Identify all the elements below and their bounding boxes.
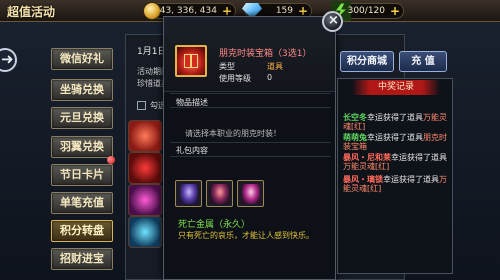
gold-coin-icon xyxy=(143,2,161,20)
win-records-title-bar: 中奖记录 xyxy=(352,80,440,95)
divider xyxy=(170,93,331,94)
nav-item-label: 单笔充值 xyxy=(60,196,104,209)
recharge-button[interactable]: 充 值 xyxy=(399,51,447,72)
nav-item-newyear-exchange[interactable]: 元旦兑换 xyxy=(51,107,113,129)
wheel-reward-slot[interactable] xyxy=(128,216,162,248)
costume-figure-icon xyxy=(211,184,229,204)
nav-item-wechat-gift[interactable]: 微信好礼 xyxy=(51,48,113,70)
nav-item-points-wheel[interactable]: 积分转盘 xyxy=(51,220,113,242)
nav-item-label: 坐骑兑换 xyxy=(60,83,104,96)
close-icon: × xyxy=(328,13,339,28)
wheel-reward-slot[interactable] xyxy=(128,152,162,184)
nav-item-wing-exchange[interactable]: 羽翼兑换 xyxy=(51,136,113,158)
nav-item-label: 微信好礼 xyxy=(60,52,104,65)
nav-item-label: 元旦兑换 xyxy=(60,111,104,124)
level-value: 0 xyxy=(267,73,273,82)
stamina-value: 300/120 xyxy=(347,6,385,16)
type-label: 类型 xyxy=(219,62,235,71)
nav-item-single-recharge[interactable]: 单笔充值 xyxy=(51,192,113,214)
record-text: 幸运获得了道具 xyxy=(367,133,423,142)
record-player: 暴风・尼和莱 xyxy=(343,153,391,162)
record-text: 幸运获得了道具 xyxy=(367,113,423,122)
win-records-title: 中奖记录 xyxy=(377,82,414,92)
nav-item-holiday-card[interactable]: 节日卡片 xyxy=(51,164,113,186)
record-text: 幸运获得了道具 xyxy=(383,175,439,184)
costume-figure-icon xyxy=(180,184,198,204)
points-shop-button[interactable]: 积分商城 xyxy=(340,51,394,72)
recharge-label: 充 值 xyxy=(411,56,435,67)
record-entry: 暴风・璃锁幸运获得了道具万能灵魂[红] xyxy=(343,175,451,193)
gem-value: 159 xyxy=(275,6,293,16)
record-player: 萌萌兔 xyxy=(343,133,367,142)
record-item: 万能灵魂[红] xyxy=(343,162,390,171)
activity-screen: 超值活动 43, 336, 434 + 159 + 300/120 + ➜ 1月… xyxy=(0,0,500,280)
nav-item-label: 节日卡片 xyxy=(60,168,104,181)
record-entry: 长空冬幸运获得了道具万能灵魂[红] xyxy=(343,113,451,131)
item-description: 请选择本职业的朋克时装！ xyxy=(185,129,281,138)
nav-item-label: 积分转盘 xyxy=(60,224,104,237)
add-stamina-button[interactable]: + xyxy=(390,4,400,19)
notification-dot xyxy=(107,156,115,164)
arrow-glyph: ➜ xyxy=(1,50,14,68)
costume-set-description: 只有死亡的哀乐，才能让人感到快乐。 xyxy=(178,231,314,240)
nav-item-mount-exchange[interactable]: 坐骑兑换 xyxy=(51,79,113,101)
level-label: 使用等级 xyxy=(219,74,251,83)
item-name: 朋克时装宝箱（3选1） xyxy=(219,49,312,59)
record-entry: 萌萌兔幸运获得了道具朋克时装宝箱 xyxy=(343,133,451,151)
record-player: 暴风・璃锁 xyxy=(343,175,383,184)
close-popup-button[interactable]: × xyxy=(322,11,343,32)
costume-set-name: 死亡金属（永久） xyxy=(178,220,251,230)
costume-option-slot[interactable] xyxy=(175,180,202,207)
divider xyxy=(170,156,331,157)
record-entry: 暴风・尼和莱幸运获得了道具万能灵魂[红] xyxy=(343,153,451,171)
page-title: 超值活动 xyxy=(7,5,56,19)
nav-item-label: 羽翼兑换 xyxy=(60,140,104,153)
divider xyxy=(170,107,331,108)
divider xyxy=(170,142,331,143)
gift-box-icon xyxy=(175,45,207,77)
expand-dock-button[interactable]: ➜ xyxy=(0,48,20,72)
record-player: 长空冬 xyxy=(343,113,367,122)
costume-option-slot[interactable] xyxy=(206,180,233,207)
gold-value: 43, 336, 434 xyxy=(159,6,217,16)
wheel-reward-slot[interactable] xyxy=(128,184,162,216)
type-value: 道具 xyxy=(267,62,283,71)
item-detail-popup: 朋克时装宝箱（3选1） 类型 道具 使用等级 0 物品描述 请选择本职业的朋克时… xyxy=(163,16,336,280)
nav-item-fortune[interactable]: 招财进宝 xyxy=(51,248,113,270)
nav-item-label: 招财进宝 xyxy=(60,252,104,265)
wheel-reward-slot[interactable] xyxy=(128,120,162,152)
points-shop-label: 积分商城 xyxy=(347,56,387,67)
stamina-counter: 300/120 + xyxy=(331,1,404,21)
costume-option-slot[interactable] xyxy=(237,180,264,207)
auto-checkbox[interactable] xyxy=(137,101,146,110)
costume-figure-icon xyxy=(242,184,260,204)
gift-glyph xyxy=(184,54,198,68)
record-text: 幸运获得了道具 xyxy=(391,153,447,162)
contents-title: 礼包内容 xyxy=(176,146,208,155)
